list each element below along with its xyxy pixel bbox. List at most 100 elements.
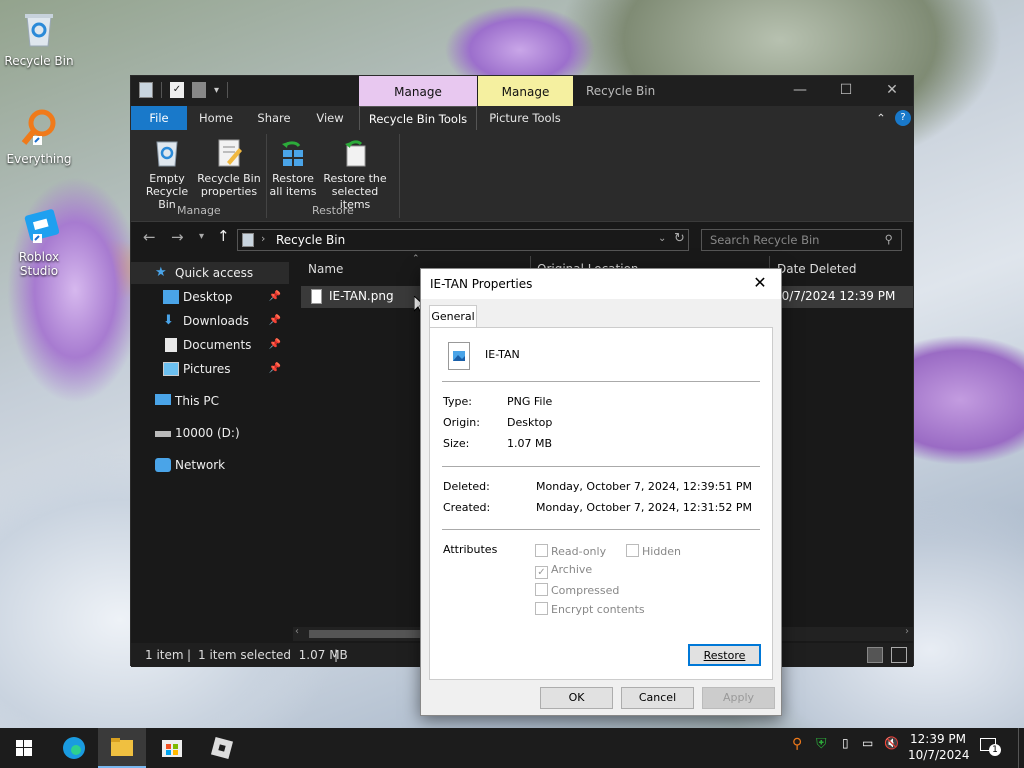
file-name-field: IE-TAN bbox=[485, 348, 520, 361]
security-tray-icon[interactable]: ⛨ bbox=[816, 736, 827, 752]
store-icon bbox=[162, 740, 182, 757]
nav-pictures[interactable]: Pictures 📌 bbox=[131, 358, 289, 380]
maximize-button[interactable]: ☐ bbox=[823, 76, 869, 106]
store-button[interactable] bbox=[148, 728, 196, 768]
tab-general[interactable]: General bbox=[429, 305, 477, 328]
volume-muted-icon[interactable]: 🔇 bbox=[884, 736, 899, 750]
checkbox-box bbox=[535, 583, 548, 596]
file-name: IE-TAN.png bbox=[329, 289, 394, 303]
clock-date: 10/7/2024 bbox=[908, 748, 970, 762]
properties-dialog: IE-TAN Properties ✕ General IE-TAN Type:… bbox=[420, 268, 782, 716]
checkbox-label: Archive bbox=[551, 563, 593, 576]
file-explorer-button[interactable] bbox=[98, 728, 146, 768]
tab-share[interactable]: Share bbox=[247, 106, 301, 130]
restore-button[interactable]: Restore bbox=[688, 644, 761, 666]
dialog-close-button[interactable]: ✕ bbox=[745, 269, 775, 299]
clock[interactable]: 12:39 PM 10/7/2024 bbox=[908, 731, 970, 763]
notification-center-button[interactable]: 1 bbox=[980, 738, 1002, 756]
checkbox-box bbox=[535, 544, 548, 557]
encrypt-checkbox[interactable]: Encrypt contents bbox=[535, 602, 645, 616]
collapse-ribbon-icon[interactable]: ⌃ bbox=[873, 106, 889, 130]
nav-label: 10000 (D:) bbox=[175, 426, 240, 440]
show-desktop-button[interactable] bbox=[1018, 728, 1024, 768]
tab-home[interactable]: Home bbox=[189, 106, 243, 130]
status-item-count: 1 item bbox=[145, 648, 184, 662]
nav-drive-d[interactable]: 10000 (D:) bbox=[131, 422, 289, 444]
scroll-thumb[interactable] bbox=[309, 630, 429, 638]
type-value: PNG File bbox=[507, 395, 553, 408]
desktop-icon-recycle-bin[interactable]: Recycle Bin bbox=[1, 10, 77, 68]
origin-label: Origin: bbox=[443, 416, 480, 429]
address-bar[interactable]: › Recycle Bin ⌄ ↻ bbox=[237, 229, 689, 251]
readonly-checkbox[interactable]: Read-only bbox=[535, 544, 606, 558]
properties-check-icon[interactable]: ✓ bbox=[170, 82, 184, 98]
scroll-right-icon[interactable]: › bbox=[905, 626, 909, 637]
network-icon bbox=[155, 458, 171, 472]
nav-this-pc[interactable]: This PC bbox=[131, 390, 289, 412]
search-input[interactable]: Search Recycle Bin ⚲ bbox=[701, 229, 902, 251]
archive-checkbox[interactable]: ✓ Archive bbox=[535, 563, 592, 579]
tab-picture-tools[interactable]: Picture Tools bbox=[479, 106, 571, 130]
compressed-checkbox[interactable]: Compressed bbox=[535, 583, 619, 597]
nav-desktop[interactable]: Desktop 📌 bbox=[131, 286, 289, 308]
everything-search-icon bbox=[19, 108, 59, 148]
apply-button[interactable]: Apply bbox=[702, 687, 775, 709]
desktop-folder-icon bbox=[163, 290, 179, 304]
dialog-title: IE-TAN Properties bbox=[430, 277, 533, 291]
recycle-bin-properties-button[interactable]: Recycle Bin properties bbox=[197, 138, 261, 198]
recent-locations-icon[interactable]: ▾ bbox=[199, 231, 204, 242]
restore-all-items-button[interactable]: Restore all items bbox=[269, 138, 317, 198]
close-button[interactable]: ✕ bbox=[869, 76, 915, 106]
nav-network[interactable]: Network bbox=[131, 454, 289, 476]
start-button[interactable] bbox=[0, 728, 48, 768]
tab-view[interactable]: View bbox=[303, 106, 357, 130]
nav-quick-access[interactable]: ★ Quick access bbox=[131, 262, 289, 284]
usb-tray-icon[interactable]: ▯ bbox=[842, 736, 849, 750]
pin-icon: 📌 bbox=[268, 339, 281, 350]
pin-icon: 📌 bbox=[268, 315, 281, 326]
desktop-icon-everything[interactable]: Everything bbox=[1, 108, 77, 166]
window-title: Recycle Bin bbox=[586, 84, 656, 98]
hidden-checkbox[interactable]: Hidden bbox=[626, 544, 681, 558]
cancel-button[interactable]: Cancel bbox=[621, 687, 694, 709]
ok-button[interactable]: OK bbox=[540, 687, 613, 709]
roblox-icon bbox=[210, 736, 234, 760]
nav-downloads[interactable]: ⬇ Downloads 📌 bbox=[131, 310, 289, 332]
dialog-title-bar: IE-TAN Properties ✕ bbox=[421, 269, 781, 299]
address-dropdown-icon[interactable]: ⌄ bbox=[658, 233, 666, 244]
pictures-icon bbox=[163, 362, 179, 376]
column-header-name[interactable]: Name bbox=[308, 262, 343, 276]
recycle-bin-icon bbox=[19, 10, 59, 50]
network-tray-icon[interactable]: ▭ bbox=[862, 736, 873, 750]
desktop-icon-roblox-studio[interactable]: Roblox Studio bbox=[1, 206, 77, 278]
restore-selected-items-button[interactable]: Restore the selected items bbox=[317, 138, 393, 211]
group-label-restore: Restore bbox=[312, 204, 354, 217]
help-icon[interactable]: ? bbox=[895, 110, 911, 126]
clock-time: 12:39 PM bbox=[910, 732, 966, 746]
edge-browser-button[interactable] bbox=[50, 728, 98, 768]
scroll-left-icon[interactable]: ‹ bbox=[295, 626, 299, 637]
nav-documents[interactable]: Documents 📌 bbox=[131, 334, 289, 356]
everything-tray-icon[interactable]: ⚲ bbox=[792, 736, 802, 752]
new-folder-icon[interactable] bbox=[192, 82, 206, 98]
deleted-label: Deleted: bbox=[443, 480, 490, 493]
address-row: ← → ▾ ↑ › Recycle Bin ⌄ ↻ Search Recycle… bbox=[131, 224, 913, 254]
drive-icon bbox=[155, 431, 171, 437]
tab-recycle-bin-tools[interactable]: Recycle Bin Tools bbox=[359, 106, 477, 130]
tab-file[interactable]: File bbox=[131, 106, 187, 130]
back-icon[interactable]: ← bbox=[143, 228, 156, 246]
ribbon-tabs: File Home Share View Recycle Bin Tools P… bbox=[131, 106, 913, 130]
minimize-button[interactable]: — bbox=[777, 76, 823, 106]
refresh-icon[interactable]: ↻ bbox=[674, 231, 685, 246]
details-view-icon[interactable] bbox=[867, 647, 883, 663]
empty-recycle-bin-button[interactable]: Empty Recycle Bin bbox=[137, 138, 197, 211]
up-icon[interactable]: ↑ bbox=[217, 227, 230, 245]
forward-icon[interactable]: → bbox=[171, 228, 184, 246]
roblox-studio-icon bbox=[19, 206, 60, 246]
customize-toolbar-icon[interactable]: ▾ bbox=[214, 85, 219, 96]
checkbox-label: Encrypt contents bbox=[551, 603, 645, 616]
large-icons-view-icon[interactable] bbox=[891, 647, 907, 663]
roblox-taskbar-button[interactable] bbox=[198, 728, 246, 768]
column-header-date-deleted[interactable]: Date Deleted bbox=[777, 262, 857, 276]
recycle-bin-small-icon[interactable] bbox=[139, 82, 153, 98]
